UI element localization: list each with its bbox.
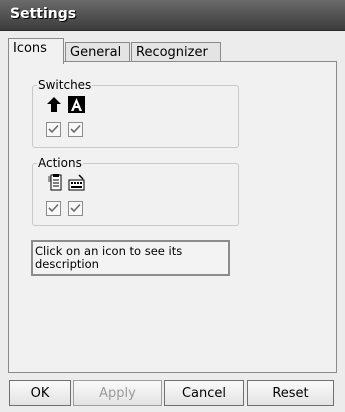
actions-group-label: Actions [37,156,83,170]
cancel-button[interactable]: Cancel [164,380,244,406]
icons-tab-panel: Switches Actions [8,61,337,373]
title-bar: Settings [0,0,345,31]
action-clipboard-checkbox[interactable] [46,201,61,216]
tab-general[interactable]: General [65,42,130,62]
clipboard-icon[interactable] [45,173,63,191]
tab-recognizer[interactable]: Recognizer [131,42,221,62]
shift-arrow-icon[interactable] [45,95,63,113]
caps-lock-icon[interactable] [67,95,85,113]
action-keyboard-checkbox[interactable] [68,201,83,216]
actions-group [32,163,239,226]
tab-icons[interactable]: Icons [8,38,64,64]
switch-shift-checkbox[interactable] [46,122,61,137]
tab-icons-label: Icons [13,41,47,56]
switches-group [32,85,239,148]
apply-button[interactable]: Apply [73,380,162,406]
tab-recognizer-label: Recognizer [136,45,208,60]
switch-caps-checkbox[interactable] [68,122,83,137]
tab-general-label: General [70,45,122,60]
ok-button[interactable]: OK [9,380,71,406]
window-title: Settings [10,6,77,22]
icon-description-box: Click on an icon to see its description [31,240,230,276]
icon-description-text: Click on an icon to see its description [35,244,183,271]
switches-group-label: Switches [37,78,93,92]
reset-button[interactable]: Reset [247,380,334,406]
settings-window: Settings Icons General Recognizer Switch… [0,0,345,412]
button-row: OK Apply Cancel Reset [0,378,345,412]
keyboard-icon[interactable] [67,173,85,191]
